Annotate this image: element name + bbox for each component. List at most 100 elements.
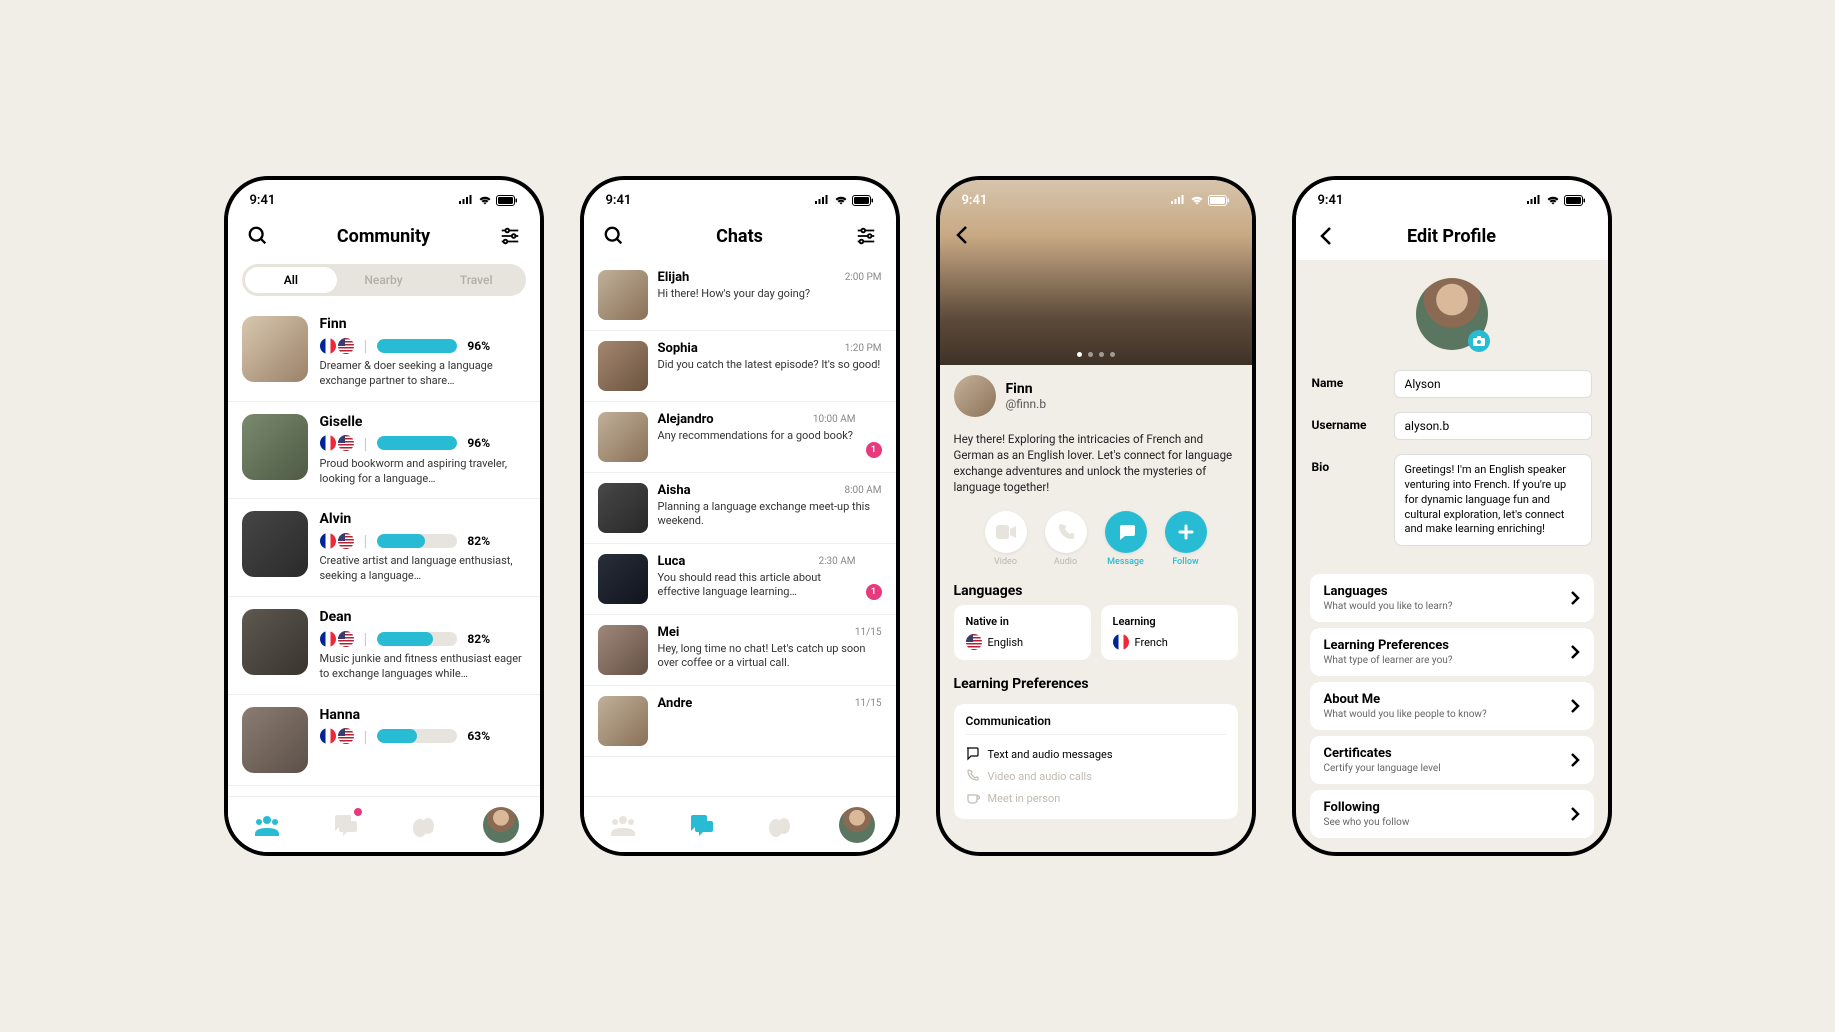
settings-card-about-me[interactable]: About MeWhat would you like people to kn…: [1310, 682, 1594, 730]
community-card[interactable]: Finn | 96% Dreamer & doer seeking a lang…: [228, 304, 540, 402]
back-icon[interactable]: [1312, 222, 1340, 250]
bottom-nav: [228, 796, 540, 852]
user-name: Giselle: [320, 414, 526, 430]
chat-bubble-icon: [966, 747, 980, 761]
user-name: Finn: [320, 316, 526, 332]
nav-chats-icon[interactable]: [681, 805, 721, 845]
name-input[interactable]: Alyson: [1394, 370, 1592, 398]
status-time: 9:41: [250, 193, 276, 208]
unread-badge: 1: [866, 584, 882, 600]
chat-msg: Did you catch the latest episode? It's s…: [658, 358, 882, 372]
status-icons: [458, 195, 518, 206]
flag-fr-icon: [1113, 634, 1129, 650]
tab-nearby[interactable]: Nearby: [337, 267, 430, 293]
nav-community-icon[interactable]: [603, 805, 643, 845]
bottom-nav: [584, 796, 896, 852]
username-input[interactable]: alyson.b: [1394, 412, 1592, 440]
phone-community: 9:41 Community All Nearby Travel: [224, 176, 544, 856]
nav-community-icon[interactable]: [247, 805, 287, 845]
nav-profile-avatar[interactable]: [837, 805, 877, 845]
match-percent: 96%: [467, 436, 490, 450]
status-time: 9:41: [606, 193, 632, 208]
bio-input[interactable]: Greetings! I'm an English speaker ventur…: [1394, 454, 1592, 546]
user-name: Hanna: [320, 707, 526, 723]
match-bar: [377, 436, 457, 450]
filter-icon[interactable]: [496, 222, 524, 250]
section-title-prefs: Learning Preferences: [954, 676, 1238, 692]
status-time: 9:41: [1318, 193, 1344, 208]
chat-name: Alejandro: [658, 412, 714, 427]
community-card[interactable]: Hanna | 63%: [228, 695, 540, 786]
action-label: Video: [994, 557, 1017, 567]
avatar: [242, 414, 308, 480]
chat-name: Andre: [658, 696, 693, 711]
chat-time: 1:20 PM: [845, 343, 882, 354]
nav-explore-icon[interactable]: [759, 805, 799, 845]
search-icon[interactable]: [244, 222, 272, 250]
flag-us-icon: [338, 338, 354, 354]
bio-label: Bio: [1312, 454, 1384, 474]
match-percent: 82%: [467, 534, 490, 548]
chat-row[interactable]: Elijah2:00 PM Hi there! How's your day g…: [584, 260, 896, 331]
language-name: French: [1135, 636, 1168, 649]
tab-all[interactable]: All: [245, 267, 338, 293]
phone-edit-profile: 9:41 Edit Profile Nam: [1292, 176, 1612, 856]
chat-row[interactable]: Luca2:30 AM You should read this article…: [584, 544, 896, 615]
nav-profile-avatar[interactable]: [481, 805, 521, 845]
avatar[interactable]: [1416, 278, 1488, 350]
chat-msg: Hi there! How's your day going?: [658, 287, 882, 301]
language-card-title: Learning: [1113, 615, 1226, 628]
user-bio: Proud bookworm and aspiring traveler, lo…: [320, 457, 526, 487]
community-card[interactable]: Giselle | 96% Proud bookworm and aspirin…: [228, 402, 540, 500]
search-icon[interactable]: [600, 222, 628, 250]
community-list[interactable]: Finn | 96% Dreamer & doer seeking a lang…: [228, 304, 540, 796]
phone-icon: [966, 769, 980, 783]
chat-list[interactable]: Elijah2:00 PM Hi there! How's your day g…: [584, 260, 896, 796]
chevron-right-icon: [1570, 590, 1580, 606]
carousel-dots[interactable]: [1077, 352, 1115, 357]
user-bio: Creative artist and language enthusiast,…: [320, 554, 526, 584]
community-card[interactable]: Alvin | 82% Creative artist and language…: [228, 499, 540, 597]
match-bar: [377, 534, 457, 548]
chevron-right-icon: [1570, 698, 1580, 714]
match-percent: 82%: [467, 632, 490, 646]
match-bar: [377, 339, 457, 353]
nav-explore-icon[interactable]: [403, 805, 443, 845]
action-message[interactable]: Message: [1105, 511, 1147, 567]
back-icon[interactable]: [954, 224, 970, 250]
settings-card-languages[interactable]: LanguagesWhat would you like to learn?: [1310, 574, 1594, 622]
chat-row[interactable]: Alejandro10:00 AM Any recommendations fo…: [584, 402, 896, 473]
chat-time: 11/15: [855, 627, 882, 638]
language-flags: [320, 533, 354, 549]
language-card-learning: Learning French: [1101, 605, 1238, 660]
nav-chats-icon[interactable]: [325, 805, 365, 845]
camera-icon[interactable]: [1468, 330, 1490, 352]
page-title: Edit Profile: [1340, 226, 1564, 247]
community-card[interactable]: Dean | 82% Music junkie and fitness enth…: [228, 597, 540, 695]
action-follow[interactable]: Follow: [1165, 511, 1207, 567]
avatar: [242, 609, 308, 675]
settings-card-following[interactable]: FollowingSee who you follow: [1310, 790, 1594, 838]
chat-msg: You should read this article about effec…: [658, 571, 856, 600]
chat-name: Mei: [658, 625, 680, 640]
segmented-control: All Nearby Travel: [242, 264, 526, 296]
match-percent: 63%: [467, 729, 490, 743]
action-audio[interactable]: Audio: [1045, 511, 1087, 567]
action-label: Audio: [1054, 557, 1077, 567]
profile-name: Finn: [1006, 381, 1047, 397]
settings-card-learning-prefs[interactable]: Learning PreferencesWhat type of learner…: [1310, 628, 1594, 676]
chat-row[interactable]: Mei11/15 Hey, long time no chat! Let's c…: [584, 615, 896, 686]
chat-row[interactable]: Andre11/15: [584, 686, 896, 757]
coffee-icon: [966, 791, 980, 805]
action-video[interactable]: Video: [985, 511, 1027, 567]
chat-name: Sophia: [658, 341, 698, 356]
flag-fr-icon: [320, 533, 336, 549]
edit-form: Name Alyson Username alyson.b Bio Greeti…: [1296, 260, 1608, 852]
header: Community: [228, 214, 540, 260]
match-percent: 96%: [467, 339, 490, 353]
settings-card-certificates[interactable]: CertificatesCertify your language level: [1310, 736, 1594, 784]
tab-travel[interactable]: Travel: [430, 267, 523, 293]
chat-row[interactable]: Sophia 1:20 PM Did you catch the latest e…: [584, 331, 896, 402]
chat-row[interactable]: Aisha8:00 AM Planning a language exchang…: [584, 473, 896, 544]
filter-icon[interactable]: [852, 222, 880, 250]
